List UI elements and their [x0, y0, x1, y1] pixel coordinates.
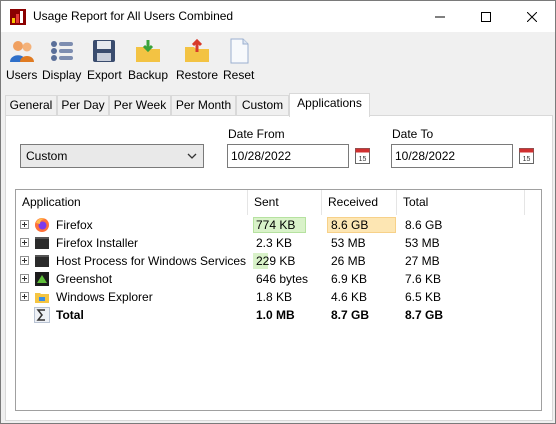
display-label: Display [42, 68, 82, 82]
total-label: Total [56, 308, 84, 322]
app-name: Firefox [56, 218, 93, 232]
installer-icon [35, 237, 49, 249]
reset-label: Reset [223, 68, 255, 82]
column-header-received[interactable]: Received [322, 190, 397, 215]
date-from-label: Date From [228, 127, 285, 141]
export-button[interactable]: Export [87, 38, 122, 82]
expand-icon[interactable] [20, 292, 29, 301]
restore-folder-icon [185, 38, 210, 62]
minimize-button[interactable] [417, 1, 463, 32]
backup-label: Backup [128, 68, 169, 82]
table-row[interactable]: Host Process for Windows Services 229 KB… [16, 252, 541, 270]
total-value: 8.6 GB [405, 218, 443, 232]
column-header-total[interactable]: Total [397, 190, 525, 215]
expand-icon[interactable] [20, 238, 29, 247]
app-icon [10, 9, 26, 25]
received-value: 4.6 KB [331, 290, 368, 304]
tab-per-month[interactable]: Per Month [171, 95, 236, 116]
toolbar: Users Display Export Backup Restore Rese… [1, 32, 555, 88]
app-name: Host Process for Windows Services [56, 254, 247, 268]
svg-text:15: 15 [359, 156, 367, 163]
table-row[interactable]: Firefox 774 KB 8.6 GB 8.6 GB [16, 216, 541, 234]
tab-strip: General Per Day Per Week Per Month Custo… [5, 93, 553, 117]
received-value: 8.6 GB [331, 218, 369, 232]
backup-button[interactable]: Backup [128, 38, 168, 82]
expand-icon[interactable] [20, 256, 29, 265]
sent-value: 2.3 KB [256, 236, 293, 250]
total-total-value: 8.7 GB [405, 308, 444, 322]
app-name: Firefox Installer [56, 236, 139, 250]
range-select[interactable]: Custom [20, 144, 204, 168]
save-disk-icon [93, 40, 116, 62]
total-received-value: 8.7 GB [331, 308, 370, 322]
table-total-row: Total 1.0 MB 8.7 GB 8.7 GB [16, 306, 541, 324]
column-header-sent[interactable]: Sent [248, 190, 322, 215]
total-sent-value: 1.0 MB [256, 308, 295, 322]
expand-icon[interactable] [20, 220, 29, 229]
svg-text:15: 15 [523, 156, 531, 163]
app-name: Windows Explorer [56, 290, 153, 304]
restore-label: Restore [176, 68, 219, 82]
reset-button[interactable]: Reset [223, 38, 254, 82]
tab-per-week[interactable]: Per Week [109, 95, 171, 116]
backup-folder-icon [136, 40, 161, 62]
column-header-application[interactable]: Application [16, 190, 248, 215]
table-row[interactable]: Windows Explorer 1.8 KB 4.6 KB 6.5 KB [16, 288, 541, 306]
total-value: 7.6 KB [405, 272, 442, 286]
date-to-label: Date To [392, 127, 434, 141]
restore-button[interactable]: Restore [176, 38, 218, 82]
sent-value: 1.8 KB [256, 290, 293, 304]
close-icon [527, 11, 537, 22]
tab-custom[interactable]: Custom [236, 95, 289, 116]
maximize-icon [481, 11, 491, 22]
tab-general[interactable]: General [5, 95, 57, 116]
users-icon [9, 41, 34, 62]
explorer-folder-icon [35, 293, 49, 303]
sent-value: 774 KB [256, 218, 296, 232]
sigma-icon [34, 307, 50, 323]
range-select-value: Custom [26, 149, 68, 163]
calendar-icon[interactable]: 15 [355, 147, 370, 164]
received-value: 53 MB [331, 236, 366, 250]
host-process-icon [35, 255, 49, 267]
sent-value: 229 KB [256, 254, 296, 268]
table-row[interactable]: Greenshot 646 bytes 6.9 KB 7.6 KB [16, 270, 541, 288]
display-list-icon [50, 41, 73, 61]
applications-table: Application Sent Received Total Firefox … [15, 189, 542, 411]
app-name: Greenshot [56, 272, 113, 286]
window-title: Usage Report for All Users Combined [33, 9, 234, 23]
total-value: 53 MB [405, 236, 440, 250]
chevron-down-icon [187, 153, 197, 159]
total-value: 6.5 KB [405, 290, 442, 304]
sent-value: 646 bytes [256, 272, 309, 286]
calendar-icon[interactable]: 15 [519, 147, 534, 164]
title-bar: Usage Report for All Users Combined [1, 1, 555, 32]
display-button[interactable]: Display [42, 38, 81, 82]
date-to-field[interactable]: 10/28/2022 [391, 144, 513, 168]
received-value: 6.9 KB [331, 272, 368, 286]
maximize-button[interactable] [463, 1, 509, 32]
blank-document-icon [230, 38, 249, 64]
expand-icon[interactable] [20, 274, 29, 283]
close-button[interactable] [509, 1, 555, 32]
tab-per-day[interactable]: Per Day [57, 95, 109, 116]
tab-applications[interactable]: Applications [289, 93, 370, 117]
received-value: 26 MB [331, 254, 366, 268]
report-window: Usage Report for All Users Combined User… [0, 0, 556, 424]
firefox-icon [35, 218, 49, 232]
total-value: 27 MB [405, 254, 440, 268]
users-button[interactable]: Users [6, 38, 37, 82]
greenshot-icon [35, 272, 49, 286]
minimize-icon [435, 16, 445, 17]
users-label: Users [6, 68, 38, 82]
date-from-field[interactable]: 10/28/2022 [227, 144, 349, 168]
table-row[interactable]: Firefox Installer 2.3 KB 53 MB 53 MB [16, 234, 541, 252]
export-label: Export [87, 68, 122, 82]
